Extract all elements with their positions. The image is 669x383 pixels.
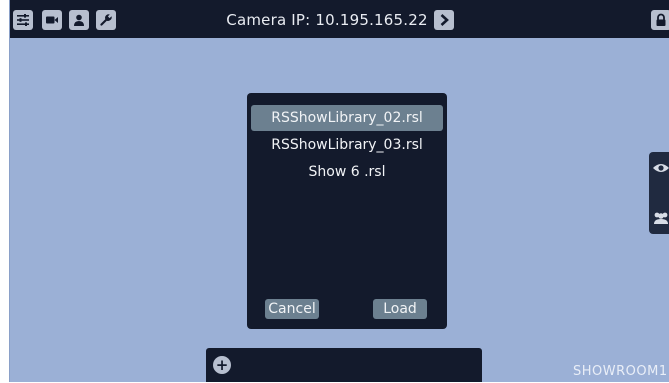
- side-panel: [649, 152, 669, 234]
- camera-ip-label: Camera IP: 10.195.165.22: [226, 11, 428, 29]
- load-button[interactable]: Load: [373, 299, 427, 319]
- group-icon[interactable]: [652, 207, 669, 229]
- camera-ip-header: Camera IP: 10.195.165.22: [10, 10, 669, 30]
- load-show-dialog: RSShowLibrary_02.rsl RSShowLibrary_03.rs…: [247, 93, 447, 329]
- eye-icon[interactable]: [652, 157, 669, 179]
- bottom-panel: +: [206, 348, 482, 382]
- cancel-button[interactable]: Cancel: [265, 299, 319, 319]
- file-item[interactable]: RSShowLibrary_02.rsl: [251, 105, 443, 131]
- add-button[interactable]: +: [213, 356, 231, 374]
- chevron-right-icon[interactable]: [433, 10, 454, 30]
- file-list: RSShowLibrary_02.rsl RSShowLibrary_03.rs…: [251, 105, 443, 186]
- file-item[interactable]: RSShowLibrary_03.rsl: [251, 132, 443, 158]
- camera-view: Camera IP: 10.195.165.22 RSShowLibrary_0…: [9, 0, 669, 382]
- top-toolbar: Camera IP: 10.195.165.22: [10, 0, 669, 38]
- file-item[interactable]: Show 6 .rsl: [251, 159, 443, 185]
- lock-icon[interactable]: [651, 10, 669, 30]
- watermark-text: SHOWROOM1: [573, 364, 668, 379]
